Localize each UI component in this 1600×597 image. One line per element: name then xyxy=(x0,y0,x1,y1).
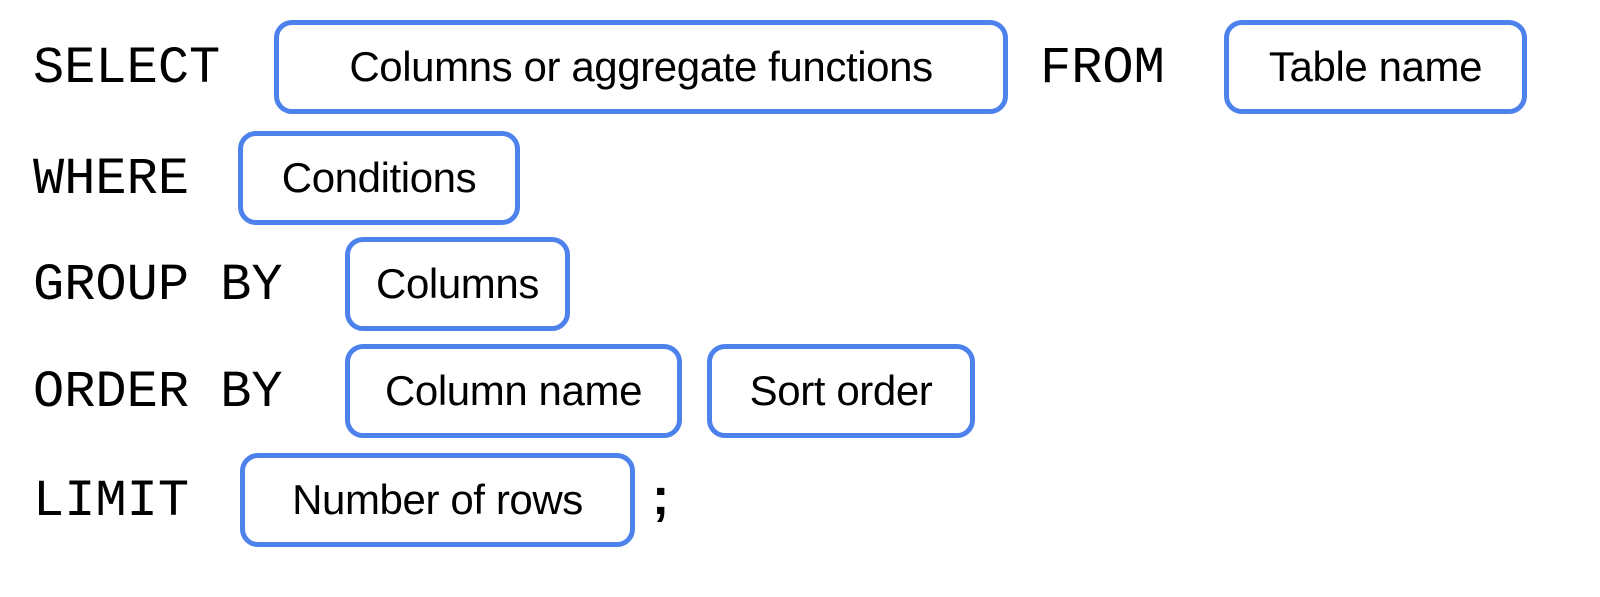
sql-keyword-from: FROM xyxy=(1040,39,1165,98)
slot-where-conditions[interactable]: Conditions xyxy=(238,131,520,225)
sql-keyword-select: SELECT xyxy=(33,39,221,98)
statement-terminator-semicolon: ; xyxy=(652,468,670,526)
slot-label-group-by-columns: Columns xyxy=(376,260,539,307)
slot-select-columns[interactable]: Columns or aggregate functions xyxy=(274,20,1008,114)
slot-label-order-by-column: Column name xyxy=(384,367,643,414)
slot-label-where-conditions: Conditions xyxy=(281,154,477,201)
sql-syntax-diagram: SELECT Columns or aggregate functions FR… xyxy=(0,0,1600,597)
slot-label-select-columns: Columns or aggregate functions xyxy=(349,43,933,90)
sql-keyword-order-by: ORDER BY xyxy=(33,363,283,422)
slot-label-order-by-sort-order: Sort order xyxy=(749,367,933,414)
slot-from-table[interactable]: Table name xyxy=(1224,20,1527,114)
sql-keyword-group-by: GROUP BY xyxy=(33,256,283,315)
clause-row-group-by: GROUP BY Columns xyxy=(0,237,1600,331)
clause-row-where: WHERE Conditions xyxy=(0,131,1600,225)
slot-limit-number-of-rows[interactable]: Number of rows xyxy=(240,453,635,547)
slot-label-limit-number-of-rows: Number of rows xyxy=(292,476,583,523)
sql-keyword-where: WHERE xyxy=(33,150,190,209)
clause-row-select: SELECT Columns or aggregate functions FR… xyxy=(0,20,1600,114)
slot-order-by-column[interactable]: Column name xyxy=(345,344,682,438)
slot-group-by-columns[interactable]: Columns xyxy=(345,237,570,331)
sql-keyword-limit: LIMIT xyxy=(33,472,190,531)
slot-label-from-table: Table name xyxy=(1268,43,1483,90)
clause-row-order-by: ORDER BY Column name Sort order xyxy=(0,344,1600,438)
slot-order-by-sort-order[interactable]: Sort order xyxy=(707,344,975,438)
clause-row-limit: LIMIT Number of rows ; xyxy=(0,453,1600,547)
